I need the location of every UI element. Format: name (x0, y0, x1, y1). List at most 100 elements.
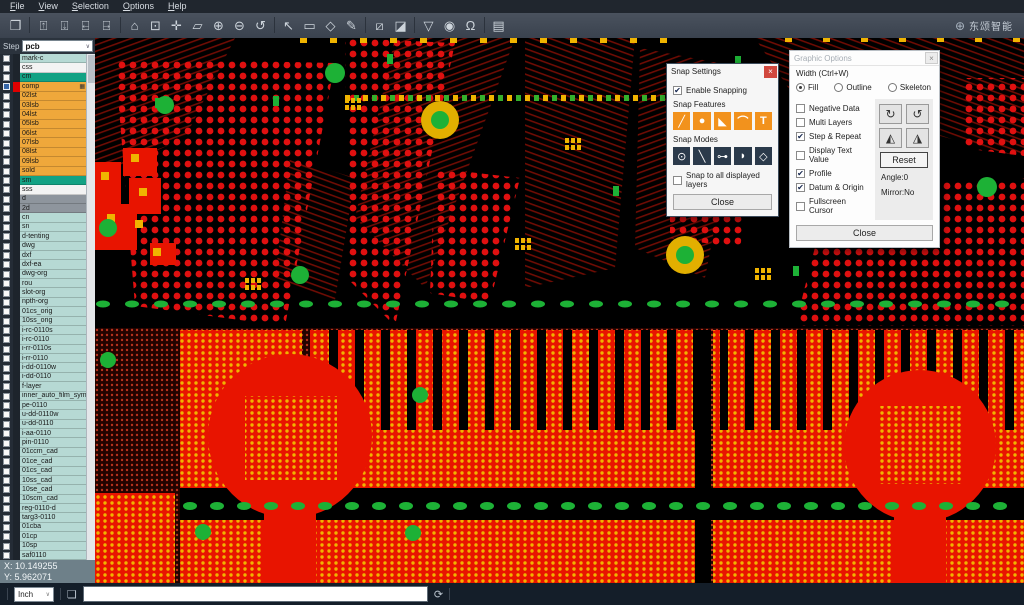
layer-visibility-checkbox[interactable] (0, 401, 13, 410)
layer-visibility-checkbox[interactable] (0, 298, 13, 307)
layer-visibility-checkbox[interactable] (0, 129, 13, 138)
layer-visibility-checkbox[interactable] (0, 504, 13, 513)
zoom-in-icon[interactable]: ⊕ (208, 13, 229, 38)
layer-row[interactable]: i-aa-0110 (0, 429, 86, 438)
layer-row[interactable]: sss (0, 185, 86, 194)
scrollbar-thumb[interactable] (88, 55, 95, 83)
zoom-window-icon[interactable]: ⊡ (145, 13, 166, 38)
layer-visibility-checkbox[interactable] (0, 420, 13, 429)
layer-visibility-checkbox[interactable] (0, 82, 13, 91)
unit-select[interactable]: Inch ∨ (14, 587, 54, 602)
layer-visibility-checkbox[interactable] (0, 101, 13, 110)
width-mode-radio[interactable]: Outline (834, 83, 871, 92)
measure-icon[interactable]: ⧄ (369, 13, 390, 38)
layer-visibility-checkbox[interactable] (0, 63, 13, 72)
layer-visibility-checkbox[interactable] (0, 429, 13, 438)
snap-vertex-icon[interactable]: ◇ (755, 147, 772, 165)
select-polygon-icon[interactable]: ◇ (320, 13, 341, 38)
snap-line-icon[interactable]: ╱ (673, 112, 690, 130)
layer-row[interactable]: comp▦ (0, 82, 86, 91)
layer-visibility-checkbox[interactable] (0, 485, 13, 494)
layer-visibility-checkbox[interactable] (0, 513, 13, 522)
layer-visibility-checkbox[interactable] (0, 54, 13, 63)
layer-visibility-checkbox[interactable] (0, 392, 13, 401)
menu-item[interactable]: Help (161, 0, 194, 13)
graphic-dialog-titlebar[interactable]: Graphic Options × (790, 51, 939, 66)
layer-row[interactable]: rou (0, 279, 86, 288)
layer-visibility-checkbox[interactable] (0, 476, 13, 485)
layer-visibility-checkbox[interactable] (0, 317, 13, 326)
highlight-view-icon[interactable]: ◉ (439, 13, 460, 38)
rotate-cw-icon[interactable]: ↻ (879, 104, 902, 124)
layer-visibility-checkbox[interactable] (0, 279, 13, 288)
layer-visibility-checkbox[interactable] (0, 157, 13, 166)
snap-dialog-titlebar[interactable]: Snap Settings × (667, 64, 778, 79)
graphic-option-checkbox[interactable]: ✔ Step & Repeat (796, 132, 870, 141)
step-select[interactable]: pcb ∨ (22, 40, 93, 52)
layer-visibility-checkbox[interactable] (0, 73, 13, 82)
layer-visibility-checkbox[interactable] (0, 373, 13, 382)
graphic-option-checkbox[interactable]: ✔ Multi Layers (796, 118, 870, 127)
layer-row[interactable]: 04lst (0, 110, 86, 119)
layer-row[interactable]: f-layer (0, 382, 86, 391)
layer-row[interactable]: 10ss_cad (0, 476, 86, 485)
layer-visibility-checkbox[interactable] (0, 213, 13, 222)
layer-visibility-checkbox[interactable] (0, 354, 13, 363)
layer-visibility-checkbox[interactable] (0, 345, 13, 354)
menu-item[interactable]: Selection (65, 0, 116, 13)
layer-row[interactable]: u-dd-0110 (0, 420, 86, 429)
layer-visibility-checkbox[interactable] (0, 185, 13, 194)
layer-row[interactable]: 01ccm_cad (0, 448, 86, 457)
layer-visibility-checkbox[interactable] (0, 335, 13, 344)
rotate-ccw-icon[interactable]: ↺ (906, 104, 929, 124)
layer-row[interactable]: i-rc-0110 (0, 335, 86, 344)
layer-row[interactable]: pe-0110 (0, 401, 86, 410)
layer-visibility-checkbox[interactable] (0, 260, 13, 269)
layer-row[interactable]: dxf-ea (0, 260, 86, 269)
layer-row[interactable]: reg-0110-d (0, 504, 86, 513)
layer-row[interactable]: d-tenting (0, 232, 86, 241)
draw-page-icon[interactable]: ❏ (67, 588, 77, 601)
layer-visibility-checkbox[interactable] (0, 363, 13, 372)
layer-row[interactable]: i-rr-0110 (0, 354, 86, 363)
layer-row[interactable]: slot-org (0, 288, 86, 297)
import-icon[interactable]: ⍐ (33, 13, 54, 38)
layer-visibility-checkbox[interactable] (0, 251, 13, 260)
snap-all-layers-checkbox[interactable]: ✔ Snap to all displayed layers (673, 171, 772, 189)
snap-text-icon[interactable]: T (755, 112, 772, 130)
layer-row[interactable]: dwg (0, 242, 86, 251)
zoom-polygon-icon[interactable]: ▱ (187, 13, 208, 38)
layer-visibility-checkbox[interactable] (0, 457, 13, 466)
graphic-close-button[interactable]: Close (796, 225, 933, 241)
layer-row[interactable]: 01cp (0, 532, 86, 541)
clean-brush-icon[interactable]: ✎ (341, 13, 362, 38)
layer-visibility-checkbox[interactable] (0, 242, 13, 251)
layer-visibility-checkbox[interactable] (0, 307, 13, 316)
prev-step-icon[interactable]: ⍇ (75, 13, 96, 38)
snap-magnet-icon[interactable]: Ω (460, 13, 481, 38)
layer-row[interactable]: 10se_cad (0, 485, 86, 494)
layer-row[interactable]: 05lsb (0, 120, 86, 129)
layer-row[interactable]: inner_auto_film_symb (0, 392, 86, 401)
layer-row[interactable]: 01cs_cad (0, 467, 86, 476)
snap-close-button[interactable]: Close (673, 194, 772, 210)
layer-scrollbar[interactable] (86, 54, 95, 560)
next-step-icon[interactable]: ⍈ (96, 13, 117, 38)
snap-midpoint-icon[interactable]: ╲ (693, 147, 710, 165)
layer-visibility-checkbox[interactable] (0, 92, 13, 101)
layer-visibility-checkbox[interactable] (0, 232, 13, 241)
snap-arc-icon[interactable]: ⌒ (734, 112, 751, 130)
layer-row[interactable]: sm (0, 176, 86, 185)
reset-button[interactable]: Reset (880, 152, 928, 168)
layer-row[interactable]: cm (0, 73, 86, 82)
layer-visibility-checkbox[interactable] (0, 223, 13, 232)
layer-row[interactable]: i-dd-0110 (0, 373, 86, 382)
enable-snapping-checkbox[interactable]: ✔ Enable Snapping (673, 86, 772, 95)
graphic-option-checkbox[interactable]: ✔ Profile (796, 169, 870, 178)
layer-row[interactable]: saf0110 (0, 551, 86, 560)
layer-visibility-checkbox[interactable] (0, 110, 13, 119)
close-icon[interactable]: × (925, 52, 938, 64)
layer-visibility-checkbox[interactable] (0, 120, 13, 129)
layer-row[interactable]: i-dd-0110w (0, 363, 86, 372)
close-icon[interactable]: × (764, 66, 777, 78)
